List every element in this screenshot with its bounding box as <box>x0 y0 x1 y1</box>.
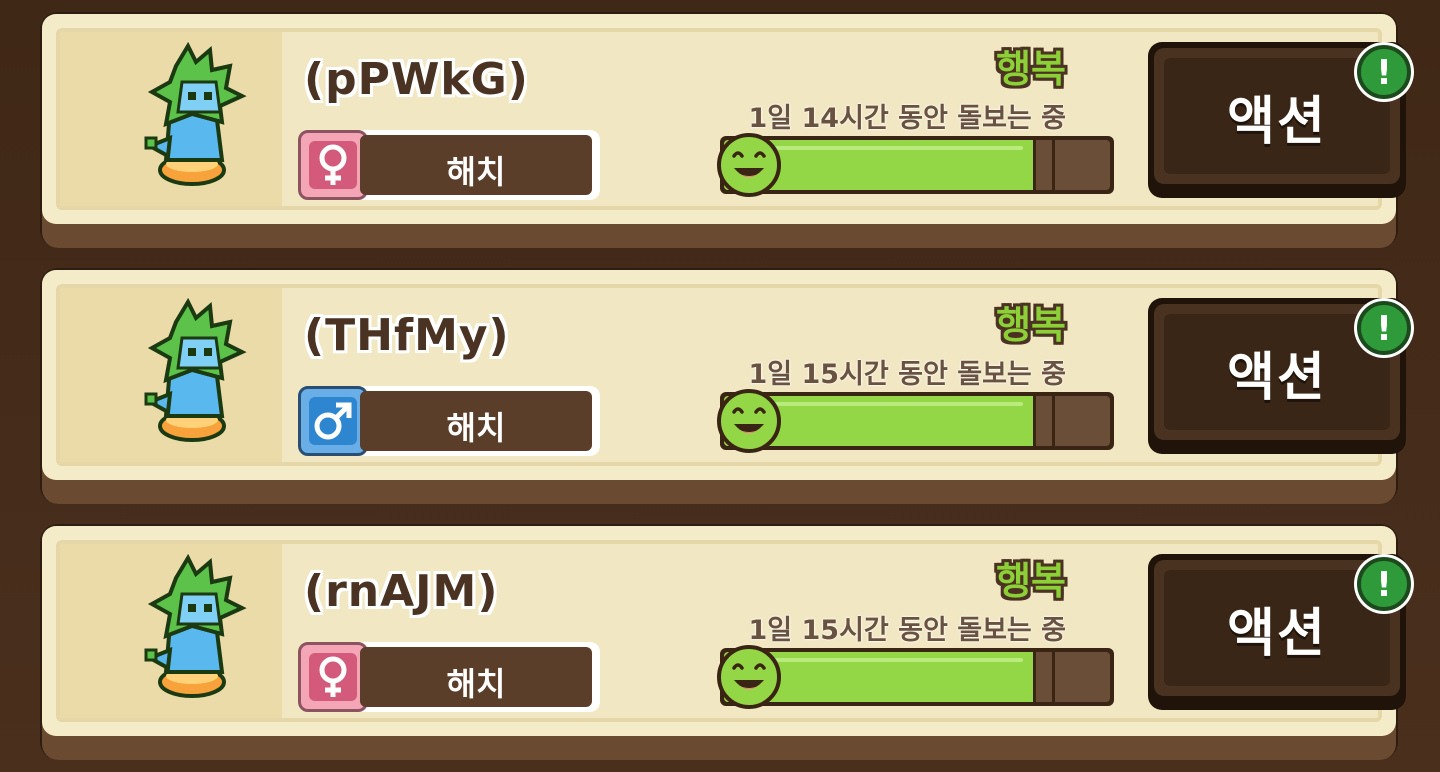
pet-name: (THfMy) <box>304 310 510 361</box>
stage-label-box: 해치 <box>360 135 592 195</box>
action-button-label: 액션 <box>1227 603 1327 664</box>
alert-mark: ! <box>1376 309 1392 349</box>
stage-bar: 해치 <box>298 130 600 200</box>
happiness-tick <box>1052 140 1055 190</box>
alert-mark: ! <box>1376 565 1392 605</box>
stage-label-box: 해치 <box>360 391 592 451</box>
happiness-label: 행복 <box>996 303 1066 347</box>
dragon-sprite-icon <box>144 42 247 186</box>
female-icon <box>309 653 357 701</box>
stage-label: 해치 <box>446 153 506 191</box>
gender-badge <box>298 386 368 456</box>
care-duration-text: 1일 15시간 동안 돌보는 중 <box>748 615 1066 646</box>
alert-mark: ! <box>1376 53 1392 93</box>
female-icon <box>309 141 357 189</box>
stage-label: 해치 <box>446 665 506 703</box>
smiley-face-icon <box>717 389 781 453</box>
dragon-sprite-icon <box>144 298 247 442</box>
pet-card: (pPWkG) 해치 행복 1일 14시간 동안 돌보는 중 액션 ! <box>40 12 1414 248</box>
male-icon <box>309 397 357 445</box>
pet-portrait[interactable] <box>60 544 282 718</box>
stage-label: 해치 <box>446 409 506 447</box>
pet-portrait[interactable] <box>60 288 282 462</box>
pet-portrait[interactable] <box>60 32 282 206</box>
gender-badge <box>298 130 368 200</box>
smiley-face-icon <box>717 133 781 197</box>
action-button-label: 액션 <box>1227 347 1327 408</box>
care-duration-text: 1일 15시간 동안 돌보는 중 <box>748 359 1066 390</box>
pet-name: (pPWkG) <box>304 54 529 105</box>
pet-card: (THfMy) 해치 행복 1일 15시간 동안 돌보는 중 액션 ! <box>40 268 1414 504</box>
pet-name: (rnAJM) <box>304 566 499 617</box>
pet-card: (rnAJM) 해치 행복 1일 15시간 동안 돌보는 중 액션 ! <box>40 524 1414 760</box>
happiness-tick <box>1052 652 1055 702</box>
happiness-label: 행복 <box>996 47 1066 91</box>
action-button-label: 액션 <box>1227 91 1327 152</box>
alert-icon[interactable]: ! <box>1352 552 1416 616</box>
dragon-sprite-icon <box>144 554 247 698</box>
stage-bar: 해치 <box>298 386 600 456</box>
happiness-tick <box>1052 396 1055 446</box>
stage-label-box: 해치 <box>360 647 592 707</box>
stage-bar: 해치 <box>298 642 600 712</box>
care-duration-text: 1일 14시간 동안 돌보는 중 <box>748 103 1066 134</box>
smiley-face-icon <box>717 645 781 709</box>
gender-badge <box>298 642 368 712</box>
alert-icon[interactable]: ! <box>1352 40 1416 104</box>
happiness-label: 행복 <box>996 559 1066 603</box>
alert-icon[interactable]: ! <box>1352 296 1416 360</box>
